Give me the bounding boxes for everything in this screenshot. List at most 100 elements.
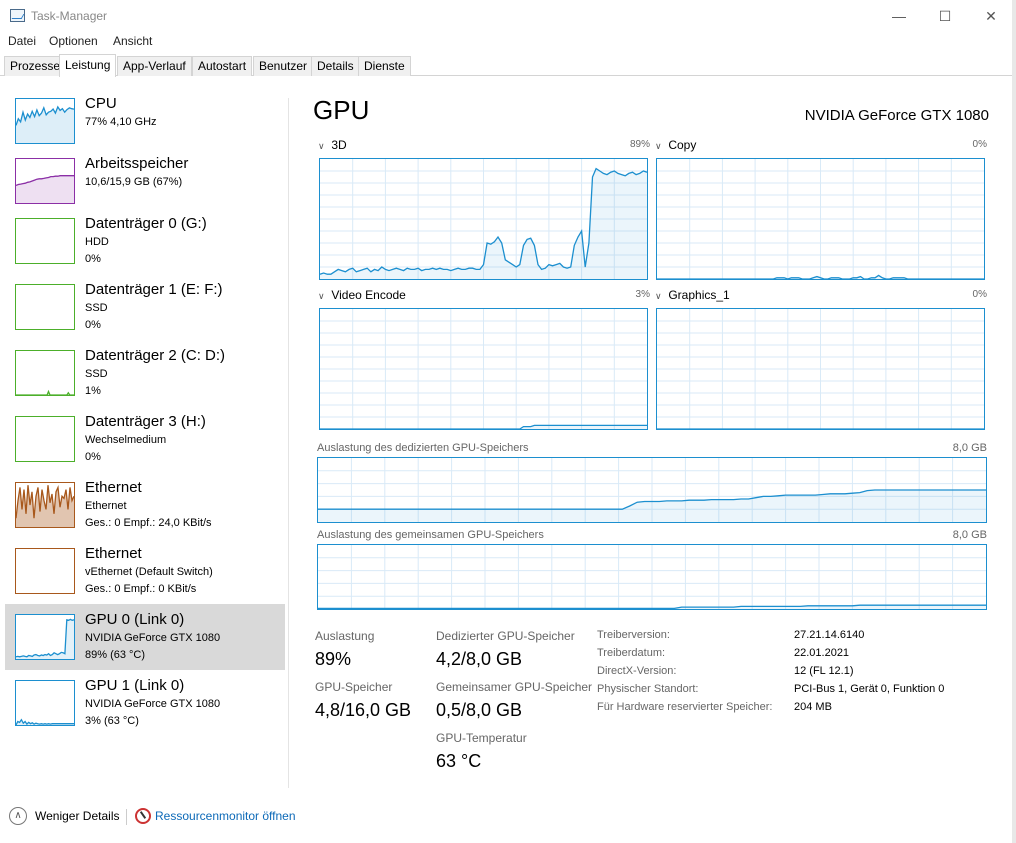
gpu-memory-label: GPU-Speicher — [315, 680, 393, 694]
sidebar-item-detail: 77% 4,10 GHz — [85, 116, 157, 128]
chevron-down-icon: ∨ — [318, 141, 325, 151]
utilization-value: 89% — [315, 649, 352, 669]
ethernet-thumbnail-graph — [15, 482, 75, 528]
tab-prozesse[interactable]: Prozesse — [4, 56, 67, 76]
tab-benutzer[interactable]: Benutzer — [253, 56, 314, 76]
gpu-thumbnail-graph — [15, 680, 75, 726]
close-button[interactable]: ✕ — [968, 0, 1014, 32]
sidebar-item-name: Datenträger 0 (G:) — [85, 215, 207, 232]
task-manager-window: Task-Manager — ☐ ✕ Datei Optionen Ansich… — [0, 0, 1016, 843]
chevron-down-icon: ∨ — [655, 141, 662, 151]
sidebar-item-vethernet[interactable]: Ethernet vEthernet (Default Switch) Ges.… — [5, 544, 285, 610]
engine-selector-graphics-1[interactable]: ∨ Graphics_1 — [655, 288, 730, 302]
chevron-up-icon[interactable]: ∧ — [9, 807, 27, 825]
sidebar-item-datentraeger-0[interactable]: Datenträger 0 (G:) HDD 0% — [5, 214, 285, 280]
gpu-detail-pane: GPU NVIDIA GeForce GTX 1080 ∨ 3D 89% ∨ C… — [300, 90, 1000, 790]
title-bar[interactable]: Task-Manager — ☐ ✕ — [0, 0, 1016, 32]
engine-graph-3d — [319, 158, 648, 280]
sidebar-item-datentraeger-2[interactable]: Datenträger 2 (C: D:) SSD 1% — [5, 346, 285, 412]
shared-memory-max: 8,0 GB — [952, 529, 987, 541]
info-label-location: Physischer Standort: — [597, 683, 699, 695]
disk-thumbnail-graph — [15, 416, 75, 462]
disk-thumbnail-graph — [15, 284, 75, 330]
tab-app-verlauf[interactable]: App-Verlauf — [117, 56, 192, 76]
task-manager-icon — [10, 9, 25, 22]
sidebar-item-usage: 89% (63 °C) — [85, 649, 146, 661]
ethernet-thumbnail-graph — [15, 548, 75, 594]
sidebar-item-arbeitsspeicher[interactable]: Arbeitsspeicher 10,6/15,9 GB (67%) — [5, 154, 285, 220]
sidebar-item-datentraeger-1[interactable]: Datenträger 1 (E: F:) SSD 0% — [5, 280, 285, 346]
gpu-temperature-label: GPU-Temperatur — [436, 731, 527, 745]
cpu-thumbnail-graph — [15, 98, 75, 144]
engine-graph-graphics-1 — [656, 308, 985, 430]
sidebar-item-cpu[interactable]: CPU 77% 4,10 GHz — [5, 94, 285, 160]
engine-selector-copy[interactable]: ∨ Copy — [655, 138, 696, 152]
disk-thumb-series-line — [16, 389, 74, 395]
shared-memory-stat-value: 0,5/8,0 GB — [436, 700, 523, 720]
info-value-location: PCI-Bus 1, Gerät 0, Funktion 0 — [794, 683, 945, 695]
engine-graph-copy — [656, 158, 985, 280]
sidebar-item-usage: 3% (63 °C) — [85, 715, 139, 727]
engine-percent: 0% — [972, 289, 987, 300]
window-title: Task-Manager — [31, 9, 108, 23]
sidebar-item-datentraeger-3[interactable]: Datenträger 3 (H:) Wechselmedium 0% — [5, 412, 285, 478]
engine-label: Graphics_1 — [668, 288, 730, 302]
menu-bar: Datei Optionen Ansicht — [0, 32, 1016, 52]
sidebar-item-detail: 10,6/15,9 GB (67%) — [85, 176, 183, 188]
utilization-label: Auslastung — [315, 629, 375, 643]
sidebar-item-name: Ethernet — [85, 479, 142, 496]
menu-ansicht[interactable]: Ansicht — [113, 34, 152, 48]
open-resource-monitor-link[interactable]: Ressourcenmonitor öffnen — [155, 809, 296, 823]
tab-dienste[interactable]: Dienste — [358, 56, 411, 76]
engine-graph-video-encode — [319, 308, 648, 430]
sidebar-item-gpu-0[interactable]: GPU 0 (Link 0) NVIDIA GeForce GTX 1080 8… — [5, 604, 285, 670]
footer-bar: ∧ Weniger Details Ressourcenmonitor öffn… — [0, 800, 1016, 832]
info-label-directx: DirectX-Version: — [597, 665, 677, 677]
resource-monitor-icon — [135, 808, 151, 824]
dedicated-memory-label: Auslastung des dedizierten GPU-Speichers — [317, 442, 529, 454]
sidebar-item-name: GPU 0 (Link 0) — [85, 611, 185, 628]
shared-memory-graph — [317, 544, 987, 610]
footer-divider — [126, 809, 127, 825]
minimize-button[interactable]: — — [876, 0, 922, 32]
sidebar-item-usage: 0% — [85, 319, 101, 331]
sidebar-item-detail: Ethernet — [85, 500, 127, 512]
disk-thumbnail-graph — [15, 218, 75, 264]
engine-percent: 89% — [629, 139, 650, 150]
sidebar-item-gpu-1[interactable]: GPU 1 (Link 0) NVIDIA GeForce GTX 1080 3… — [5, 676, 285, 742]
sidebar-item-name: CPU — [85, 95, 117, 112]
sidebar-item-detail: SSD — [85, 302, 108, 314]
gpu-model-name: NVIDIA GeForce GTX 1080 — [804, 107, 989, 124]
ram-thumb-series-area — [16, 175, 74, 203]
tab-autostart[interactable]: Autostart — [192, 56, 253, 76]
chevron-down-icon: ∨ — [318, 291, 325, 301]
tab-details[interactable]: Details — [311, 56, 360, 76]
engine-label: 3D — [331, 138, 347, 152]
engine-selector-3d[interactable]: ∨ 3D — [318, 138, 347, 152]
sidebar-item-detail: SSD — [85, 368, 108, 380]
sidebar-item-name: Arbeitsspeicher — [85, 155, 189, 172]
info-value-driver-date: 22.01.2021 — [794, 647, 850, 659]
fewer-details-button[interactable]: Weniger Details — [35, 809, 119, 823]
menu-optionen[interactable]: Optionen — [49, 34, 98, 48]
tab-leistung[interactable]: Leistung — [59, 54, 117, 77]
info-label-reserved-memory: Für Hardware reservierter Speicher: — [597, 701, 773, 713]
menu-datei[interactable]: Datei — [8, 34, 36, 48]
sidebar-item-detail: NVIDIA GeForce GTX 1080 — [85, 698, 221, 710]
info-label-driver-version: Treiberversion: — [597, 629, 670, 641]
sidebar-item-usage: 0% — [85, 253, 101, 265]
info-value-driver-version: 27.21.14.6140 — [794, 629, 865, 641]
dedicated-memory-max: 8,0 GB — [952, 442, 987, 454]
window-edge — [1012, 0, 1016, 843]
tab-strip: Prozesse Leistung App-Verlauf Autostart … — [0, 54, 1016, 77]
maximize-button[interactable]: ☐ — [922, 0, 968, 32]
engine-selector-video-encode[interactable]: ∨ Video Encode — [318, 288, 406, 302]
sidebar-item-name: Datenträger 2 (C: D:) — [85, 347, 226, 364]
sidebar-item-ethernet[interactable]: Ethernet Ethernet Ges.: 0 Empf.: 24,0 KB… — [5, 478, 285, 544]
gpu-temperature-value: 63 °C — [436, 751, 482, 771]
gpu0-thumb-series-line — [16, 618, 74, 658]
sidebar-item-throughput: Ges.: 0 Empf.: 24,0 KBit/s — [85, 517, 212, 529]
memory-thumbnail-graph — [15, 158, 75, 204]
sidebar-item-detail: Wechselmedium — [85, 434, 167, 446]
gpu-memory-value: 4,8/16,0 GB — [315, 700, 412, 720]
